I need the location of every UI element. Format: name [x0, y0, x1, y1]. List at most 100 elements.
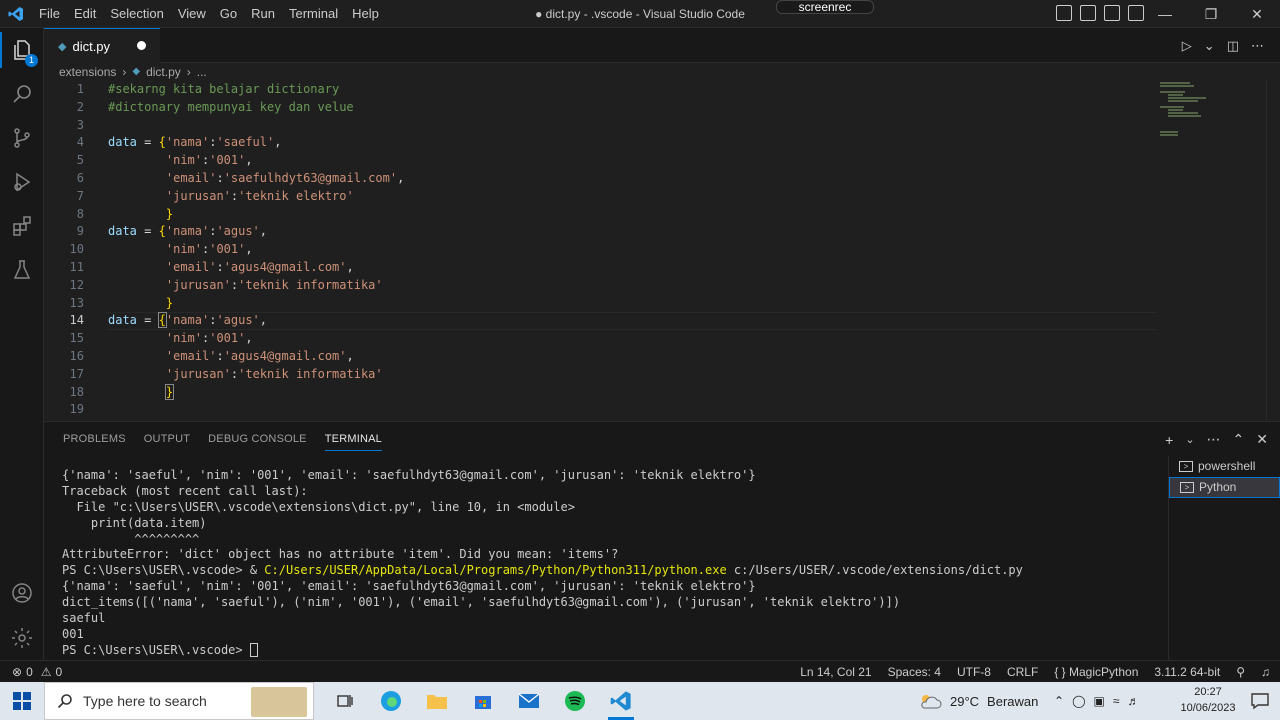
accounts-button[interactable] — [0, 571, 44, 615]
code-line[interactable]: 10 'nim':'001', — [44, 240, 1154, 258]
editor-scrollbar[interactable] — [1266, 80, 1280, 420]
code-line[interactable]: 2 #dictonary mempunyai key dan velue — [44, 98, 1154, 116]
show-hidden-icons-chevron-up-icon[interactable]: ⌃ — [1054, 694, 1064, 708]
split-editor-icon[interactable]: ◫ — [1227, 38, 1239, 54]
indentation[interactable]: Spaces: 4 — [888, 661, 941, 683]
taskbar-search-box[interactable]: Type here to search — [44, 682, 314, 720]
breadcrumb-more[interactable]: ... — [197, 65, 207, 79]
manage-button[interactable] — [0, 616, 44, 660]
run-debug-button[interactable] — [0, 160, 44, 204]
extensions-button[interactable] — [0, 204, 44, 248]
code-line[interactable]: 12 'jurusan':'teknik informatika' — [44, 276, 1154, 294]
tray-app-icon[interactable]: ◯ — [1072, 694, 1085, 708]
line-ending[interactable]: CRLF — [1007, 661, 1038, 683]
cursor-position[interactable]: Ln 14, Col 21 — [800, 661, 871, 683]
menu-terminal[interactable]: Terminal — [282, 0, 345, 28]
terminal-item-python[interactable]: > Python — [1169, 477, 1280, 498]
toggle-secondary-sidebar-icon[interactable] — [1104, 5, 1120, 21]
code-line[interactable]: 14 data = {'nama':'agus', — [44, 311, 1154, 329]
new-terminal-plus-icon[interactable]: + — [1165, 432, 1173, 448]
terminal-item-powershell[interactable]: > powershell — [1169, 456, 1280, 477]
menu-help[interactable]: Help — [345, 0, 386, 28]
terminal-output[interactable]: {'nama': 'saeful', 'nim': '001', 'email'… — [62, 468, 1162, 658]
code-line[interactable]: 17 'jurusan':'teknik informatika' — [44, 365, 1154, 383]
search-button[interactable] — [0, 72, 44, 116]
taskbar-clock[interactable]: 20:27 10/06/2023 — [1180, 684, 1236, 716]
source-control-button[interactable] — [0, 116, 44, 160]
python-interpreter[interactable]: 3.11.2 64-bit — [1154, 661, 1220, 683]
problems-status[interactable]: ⊗ 0 ⚠ 0 — [12, 661, 62, 683]
explorer-button[interactable]: 1 — [0, 28, 44, 72]
menu-selection[interactable]: Selection — [103, 0, 170, 28]
terminal-dropdown-chevron-icon[interactable]: ⌄ — [1185, 433, 1194, 446]
more-actions-icon[interactable]: ⋯ — [1207, 431, 1221, 448]
unsaved-dot-icon[interactable] — [137, 41, 146, 50]
vscode-app[interactable] — [598, 682, 644, 720]
code-line[interactable]: 1 #sekarng kita belajar dictionary — [44, 80, 1154, 98]
run-python-file-icon[interactable]: ▷ — [1182, 38, 1192, 54]
code-editor[interactable]: 1 #sekarng kita belajar dictionary 2 #dicto… — [44, 80, 1280, 420]
code-line[interactable]: 11 'email':'agus4@gmail.com', — [44, 258, 1154, 276]
windows-start-button[interactable] — [0, 682, 44, 720]
notification-center-icon[interactable] — [1250, 691, 1270, 711]
run-dropdown-chevron-icon[interactable]: ⌄ — [1204, 38, 1215, 54]
network-icon[interactable]: ▣ — [1094, 694, 1105, 708]
close-panel-icon[interactable]: ✕ — [1256, 431, 1268, 448]
store-app[interactable] — [460, 682, 506, 720]
menu-go[interactable]: Go — [213, 0, 244, 28]
wifi-icon[interactable]: ≈ — [1113, 694, 1120, 708]
breadcrumb-folder[interactable]: extensions — [59, 65, 116, 79]
notifications-bell-icon[interactable]: ♫ — [1261, 661, 1270, 683]
tab-problems[interactable]: PROBLEMS — [54, 422, 135, 457]
code-line[interactable]: 4 data = {'nama':'saeful', — [44, 133, 1154, 151]
code-line[interactable]: 8 } — [44, 205, 1154, 223]
breadcrumb-file[interactable]: dict.py — [146, 65, 181, 79]
code-text: #sekarng kita belajar dictionary — [108, 82, 340, 96]
line-number: 18 — [69, 384, 84, 399]
windows-logo-icon — [13, 692, 31, 710]
code-line[interactable]: 15 'nim':'001', — [44, 329, 1154, 347]
volume-icon[interactable]: ♬ — [1127, 694, 1139, 708]
menu-edit[interactable]: Edit — [67, 0, 103, 28]
restore-icon[interactable]: ❐ — [1188, 0, 1234, 28]
code-text: data = {'nama':'saeful', — [108, 135, 282, 150]
tab-dict-py[interactable]: ◆ dict.py — [44, 28, 160, 63]
weather-temp: 29°C — [950, 693, 980, 709]
menu-file[interactable]: File — [32, 0, 67, 28]
close-window-icon[interactable]: ✕ — [1234, 0, 1280, 28]
tab-debug-console[interactable]: DEBUG CONSOLE — [199, 422, 316, 457]
code-line[interactable]: 7 'jurusan':'teknik elektro' — [44, 187, 1154, 205]
line-number: 13 — [69, 295, 84, 310]
code-line[interactable]: 16 'email':'agus4@gmail.com', — [44, 347, 1154, 365]
menu-view[interactable]: View — [171, 0, 213, 28]
encoding[interactable]: UTF-8 — [957, 661, 991, 683]
maximize-panel-chevron-up-icon[interactable]: ⌃ — [1233, 431, 1245, 448]
code-line[interactable]: 6 'email':'saefulhdyt63@gmail.com', — [44, 169, 1154, 187]
file-explorer-app[interactable] — [414, 682, 460, 720]
code-line[interactable]: 3 — [44, 116, 1154, 134]
code-line[interactable]: 13 } — [44, 294, 1154, 312]
tab-terminal[interactable]: TERMINAL — [316, 422, 391, 457]
more-actions-icon[interactable]: ⋯ — [1251, 38, 1264, 54]
minimap[interactable] — [1160, 80, 1250, 160]
tab-output[interactable]: OUTPUT — [135, 422, 199, 457]
code-line[interactable]: 19 — [44, 400, 1154, 418]
language-mode[interactable]: { } MagicPython — [1054, 661, 1138, 683]
minimize-icon[interactable]: — — [1142, 0, 1188, 28]
terminal-line: PS C:\Users\USER\.vscode> & C:/Users/USE… — [62, 563, 1023, 578]
menu-run[interactable]: Run — [244, 0, 282, 28]
toggle-panel-icon[interactable] — [1080, 5, 1096, 21]
spotify-app[interactable] — [552, 682, 598, 720]
layout-controls — [1056, 5, 1144, 21]
code-line[interactable]: 5 'nim':'001', — [44, 151, 1154, 169]
weather-widget[interactable]: 29°C Berawan — [918, 682, 1038, 720]
mail-app[interactable] — [506, 682, 552, 720]
toggle-sidebar-icon[interactable] — [1056, 5, 1072, 21]
code-line[interactable]: 9 data = {'nama':'agus', — [44, 222, 1154, 240]
edge-app[interactable] — [368, 682, 414, 720]
task-view-button[interactable] — [322, 682, 368, 720]
testing-button[interactable] — [0, 248, 44, 292]
code-line[interactable]: 18 } — [44, 383, 1154, 401]
feedback-icon[interactable]: ⚲ — [1236, 661, 1245, 683]
code-text: 'jurusan':'teknik elektro' — [165, 188, 354, 203]
